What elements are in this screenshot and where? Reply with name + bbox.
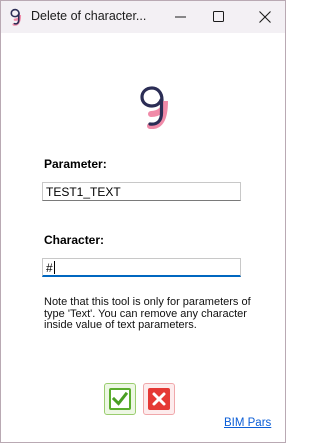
bim-pars-logo-icon — [138, 83, 170, 130]
bim-pars-logo-icon — [9, 8, 23, 26]
window-title: Delete of character... — [31, 9, 147, 23]
parameter-input[interactable]: TEST1_TEXT — [42, 182, 241, 201]
maximize-button[interactable] — [199, 1, 239, 33]
minimize-button[interactable] — [161, 1, 201, 33]
parameter-value: TEST1_TEXT — [46, 185, 121, 199]
confirm-button[interactable] — [104, 383, 136, 415]
character-input[interactable]: # — [42, 258, 241, 277]
close-button[interactable] — [245, 1, 285, 33]
info-note: Note that this tool is only for paramete… — [44, 296, 251, 331]
dialog-window: Delete of character... Parameter: TEST1_… — [0, 0, 286, 443]
close-icon — [259, 11, 271, 23]
title-bar[interactable]: Delete of character... — [1, 1, 285, 33]
character-value: # — [46, 261, 53, 275]
maximize-icon — [213, 11, 224, 22]
parameter-label: Parameter: — [44, 157, 107, 171]
minimize-icon — [175, 16, 186, 18]
character-label: Character: — [44, 233, 105, 247]
x-icon — [152, 392, 166, 406]
cancel-button-face — [148, 388, 170, 410]
confirm-button-face — [109, 388, 131, 410]
bim-pars-link[interactable]: BIM Pars — [224, 417, 271, 429]
cancel-button[interactable] — [143, 383, 175, 415]
checkmark-icon — [111, 391, 129, 406]
text-caret — [53, 261, 55, 274]
